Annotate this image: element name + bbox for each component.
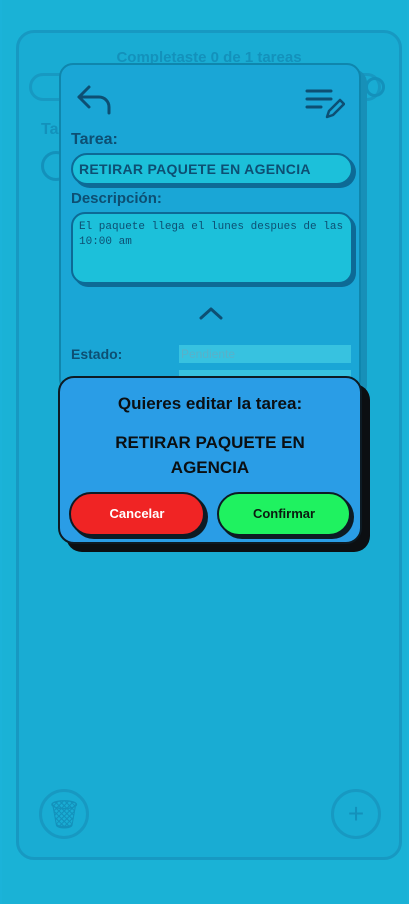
plus-icon: +	[347, 798, 365, 829]
confirm-button[interactable]: Confirmar	[217, 492, 351, 536]
delete-button: 🗑	[39, 789, 89, 839]
dialog-task-name: RETIRAR PAQUETE EN AGENCIA	[115, 433, 305, 477]
add-task-button: +	[331, 789, 381, 839]
dialog-title: Quieres editar la tarea:	[117, 394, 303, 413]
back-arrow-icon[interactable]	[75, 83, 115, 117]
task-name-input[interactable]: RETIRAR PAQUETE EN AGENCIA	[71, 153, 353, 185]
edit-list-icon[interactable]	[305, 85, 345, 121]
app-screen: Completaste 0 de 1 tareas Ta 🗑 + Tarea: …	[2, 0, 407, 904]
description-textarea[interactable]: El paquete llega el lunes despues de las…	[71, 212, 353, 284]
description-label: Descripción:	[71, 190, 162, 207]
status-field[interactable]: Pendiente	[179, 345, 351, 363]
chevron-up-icon[interactable]	[199, 305, 223, 321]
tasks-section-label: Ta	[41, 121, 59, 138]
task-label: Tarea:	[71, 131, 118, 148]
cancel-button[interactable]: Cancelar	[69, 492, 205, 536]
confirm-edit-dialog: Quieres editar la tarea: RETIRAR PAQUETE…	[58, 376, 362, 544]
edit-task-card: Tarea: RETIRAR PAQUETE EN AGENCIA Descri…	[59, 63, 361, 393]
status-label: Estado:	[71, 346, 123, 362]
search-icon	[365, 77, 385, 97]
trash-icon: 🗑	[46, 799, 82, 830]
